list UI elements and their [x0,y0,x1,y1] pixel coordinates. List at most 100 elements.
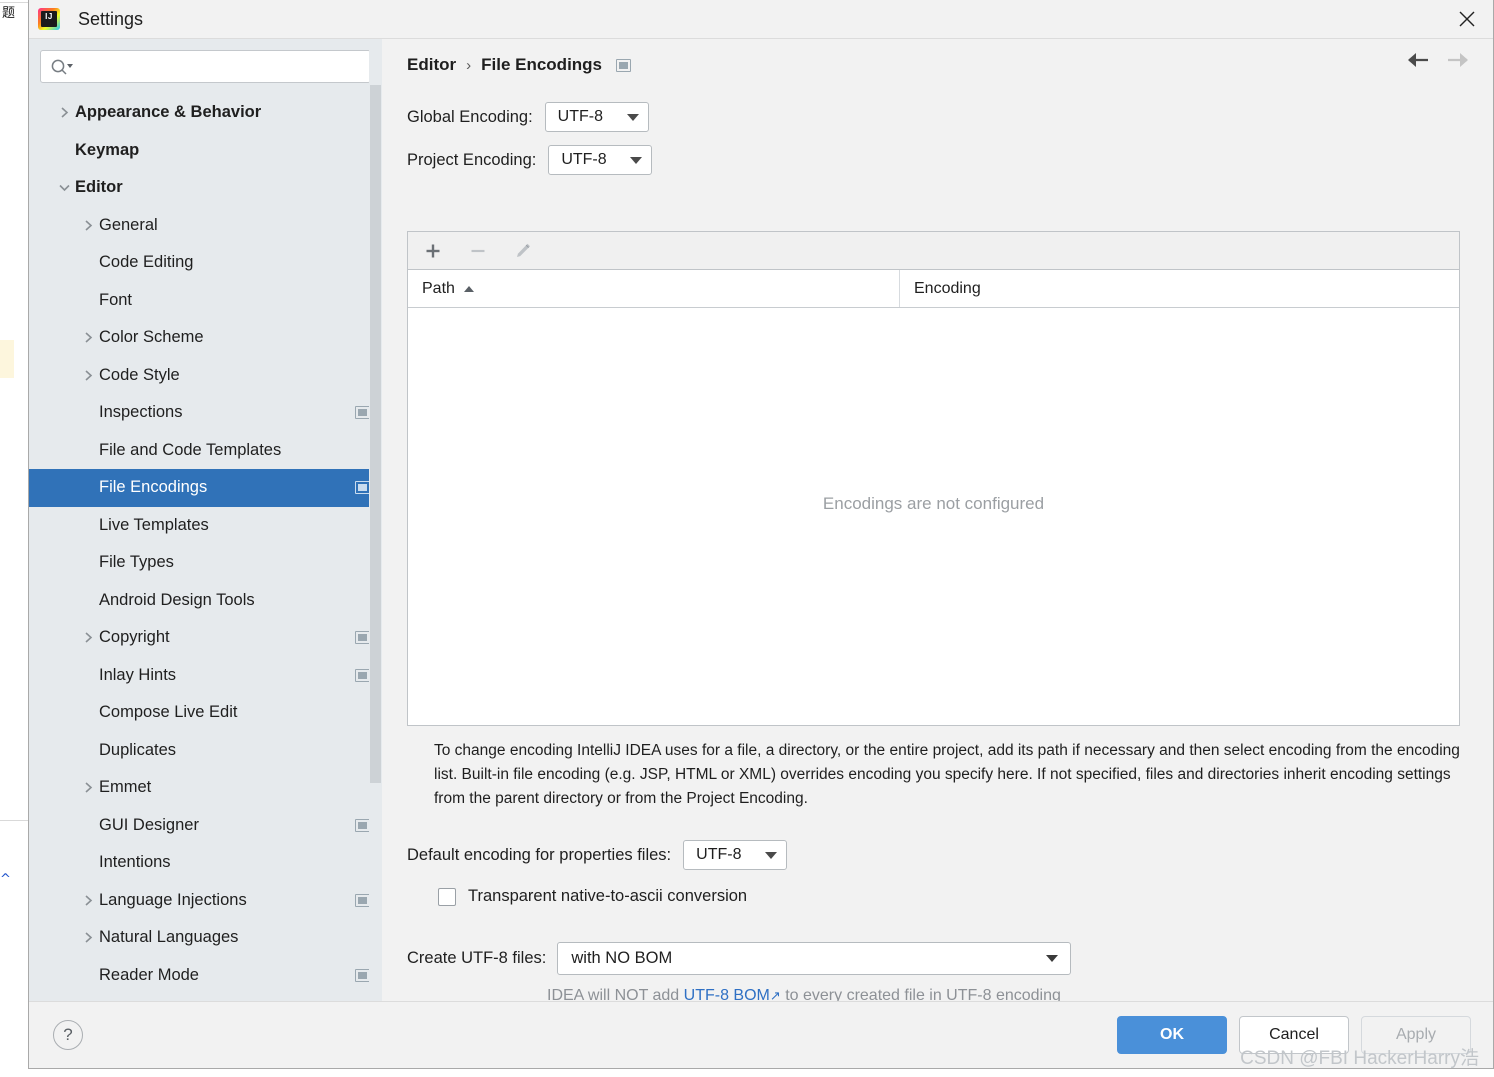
sidebar-item-label: Keymap [75,141,139,160]
sidebar-item-label: Reader Mode [99,966,199,985]
sidebar-item-file-and-code-templates[interactable]: File and Code Templates [29,432,382,470]
create-utf8-value: with NO BOM [571,949,672,968]
column-header-path[interactable]: Path [408,270,900,307]
chevron-down-icon[interactable] [53,181,75,194]
sidebar-item-label: File Encodings [99,478,207,497]
sidebar-scrollbar-thumb[interactable] [370,85,381,783]
sidebar-item-label: Intentions [99,853,171,872]
properties-encoding-value: UTF-8 [696,846,741,864]
sidebar-item-file-encodings[interactable]: File Encodings [29,469,382,507]
project-encoding-combo[interactable]: UTF-8 [548,145,652,175]
edit-pencil-icon[interactable] [510,238,536,264]
add-icon[interactable] [420,238,446,264]
chevron-right-icon[interactable] [77,369,99,382]
sidebar-item-inlay-hints[interactable]: Inlay Hints [29,657,382,695]
module-scope-icon [355,969,370,982]
chevron-right-icon[interactable] [77,331,99,344]
backdrop-glyph-2: ^ [0,872,11,887]
global-encoding-row: Global Encoding: UTF-8 [407,102,649,132]
sidebar-item-general[interactable]: General [29,207,382,245]
sort-ascending-icon [464,286,474,292]
dialog-body: Appearance & Behavior Keymap Editor General… [29,39,1493,1001]
sidebar-item-live-templates[interactable]: Live Templates [29,507,382,545]
sidebar-item-appearance-behavior[interactable]: Appearance & Behavior [29,94,382,132]
chevron-right-icon[interactable] [77,631,99,644]
sidebar-item-label: Inspections [99,403,182,422]
ok-button[interactable]: OK [1117,1016,1227,1054]
chevron-right-icon[interactable] [53,106,75,119]
project-encoding-label: Project Encoding: [407,151,536,170]
encodings-table-toolbar [408,232,1459,270]
transparent-native-to-ascii-label: Transparent native-to-ascii conversion [468,887,747,906]
sidebar-item-label: Code Editing [99,253,193,272]
sidebar-item-language-injections[interactable]: Language Injections [29,882,382,920]
breadcrumb-separator: › [466,57,471,74]
sidebar-item-label: Emmet [99,778,151,797]
sidebar-item-natural-languages[interactable]: Natural Languages [29,919,382,957]
settings-tree: Appearance & Behavior Keymap Editor General… [29,94,382,1001]
sidebar-item-android-design-tools[interactable]: Android Design Tools [29,582,382,620]
sidebar-item-compose-live-edit[interactable]: Compose Live Edit [29,694,382,732]
chevron-right-icon[interactable] [77,781,99,794]
properties-encoding-combo[interactable]: UTF-8 [683,840,787,870]
sidebar-item-editor[interactable]: Editor [29,169,382,207]
bom-note-suffix: to every created file in UTF-8 encoding [781,987,1061,1001]
column-header-encoding[interactable]: Encoding [900,270,1459,307]
sidebar-item-label: Code Style [99,366,180,385]
sidebar-item-gui-designer[interactable]: GUI Designer [29,807,382,845]
module-scope-icon [355,481,370,494]
chevron-right-icon[interactable] [77,219,99,232]
chevron-right-icon[interactable] [77,894,99,907]
sidebar-item-code-editing[interactable]: Code Editing [29,244,382,282]
sidebar-item-inspections[interactable]: Inspections [29,394,382,432]
create-utf8-select[interactable]: with NO BOM [557,942,1071,975]
sidebar-item-copyright[interactable]: Copyright [29,619,382,657]
navigation-arrows [1405,51,1471,69]
transparent-native-to-ascii-checkbox[interactable] [438,888,456,906]
sidebar-item-reader-mode[interactable]: Reader Mode [29,957,382,995]
global-encoding-combo[interactable]: UTF-8 [545,102,649,132]
sidebar-item-emmet[interactable]: Emmet [29,769,382,807]
chevron-right-icon[interactable] [77,931,99,944]
create-utf8-label: Create UTF-8 files: [407,949,546,968]
arrow-left-icon[interactable] [1405,51,1431,69]
backdrop-highlight [0,340,14,378]
cancel-button[interactable]: Cancel [1239,1016,1349,1054]
breadcrumb-parent[interactable]: Editor [407,55,456,75]
sidebar-item-font[interactable]: Font [29,282,382,320]
sidebar-item-label: Live Templates [99,516,209,535]
backdrop-glyph: 题 [2,2,15,21]
sidebar-item-color-scheme[interactable]: Color Scheme [29,319,382,357]
dialog-footer: ? OK Cancel Apply CSDN @FBI HackerHarry浩 [29,1001,1493,1068]
sidebar-item-label: Android Design Tools [99,591,255,610]
sidebar-item-label: Editor [75,178,123,197]
search-input[interactable] [79,58,370,76]
sidebar-item-intentions[interactable]: Intentions [29,844,382,882]
encodings-table-body[interactable]: Encodings are not configured [408,308,1459,725]
sidebar-item-code-style[interactable]: Code Style [29,357,382,395]
properties-encoding-label: Default encoding for properties files: [407,846,671,865]
bom-note-prefix: IDEA will NOT add [547,987,684,1001]
sidebar-item-label: Appearance & Behavior [75,103,261,122]
module-scope-icon [355,669,370,682]
arrow-right-icon[interactable] [1445,51,1471,69]
sidebar-item-keymap[interactable]: Keymap [29,132,382,170]
encodings-table-header: Path Encoding [408,270,1459,308]
settings-dialog: IJ Settings [28,0,1494,1069]
chevron-down-icon [1046,955,1058,962]
sidebar-item-label: Color Scheme [99,328,204,347]
sidebar-item-file-types[interactable]: File Types [29,544,382,582]
help-button[interactable]: ? [53,1020,83,1050]
module-scope-icon [355,819,370,832]
utf8-bom-link[interactable]: UTF-8 BOM [684,987,770,1001]
transparent-native-to-ascii-row[interactable]: Transparent native-to-ascii conversion [438,887,747,906]
create-utf8-note: IDEA will NOT add UTF-8 BOM↗ to every cr… [547,987,1061,1001]
apply-button[interactable]: Apply [1361,1016,1471,1054]
remove-icon[interactable] [465,238,491,264]
sidebar-item-label: Copyright [99,628,170,647]
sidebar-item-duplicates[interactable]: Duplicates [29,732,382,770]
dialog-title: Settings [78,9,143,30]
sidebar-scrollbar-track[interactable] [369,39,382,1001]
search-box[interactable] [40,50,371,83]
close-icon[interactable] [1451,4,1483,34]
